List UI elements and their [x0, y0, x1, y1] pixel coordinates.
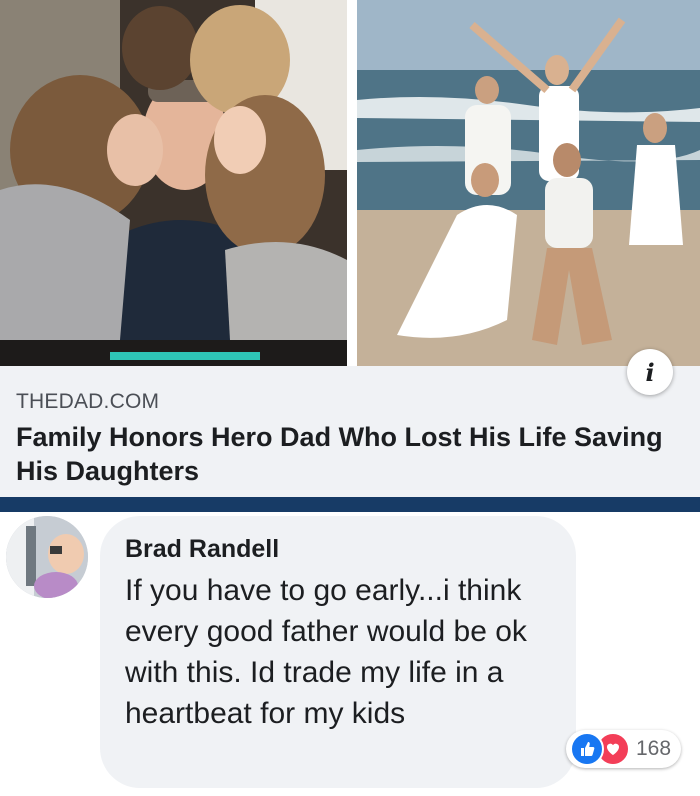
comment-author[interactable]: Brad Randell	[125, 535, 279, 564]
link-preview-images[interactable]	[0, 0, 700, 366]
thumbs-up-icon	[570, 732, 604, 766]
family-beach-photo[interactable]	[357, 0, 700, 366]
reaction-summary[interactable]: 168	[566, 730, 682, 768]
info-icon[interactable]: i	[627, 349, 673, 395]
reaction-count: 168	[636, 737, 672, 760]
avatar[interactable]	[6, 516, 88, 598]
family-kissing-dad-photo[interactable]	[0, 0, 347, 366]
section-divider	[0, 497, 700, 512]
link-source: THEDAD.COM	[16, 390, 160, 413]
comment-text: If you have to go early...i think every …	[125, 574, 527, 730]
comment-bubble[interactable]: Brad Randell If you have to go early...i…	[100, 516, 576, 788]
link-headline[interactable]: Family Honors Hero Dad Who Lost His Life…	[16, 420, 676, 488]
link-preview-card[interactable]: i THEDAD.COM Family Honors Hero Dad Who …	[0, 0, 700, 497]
